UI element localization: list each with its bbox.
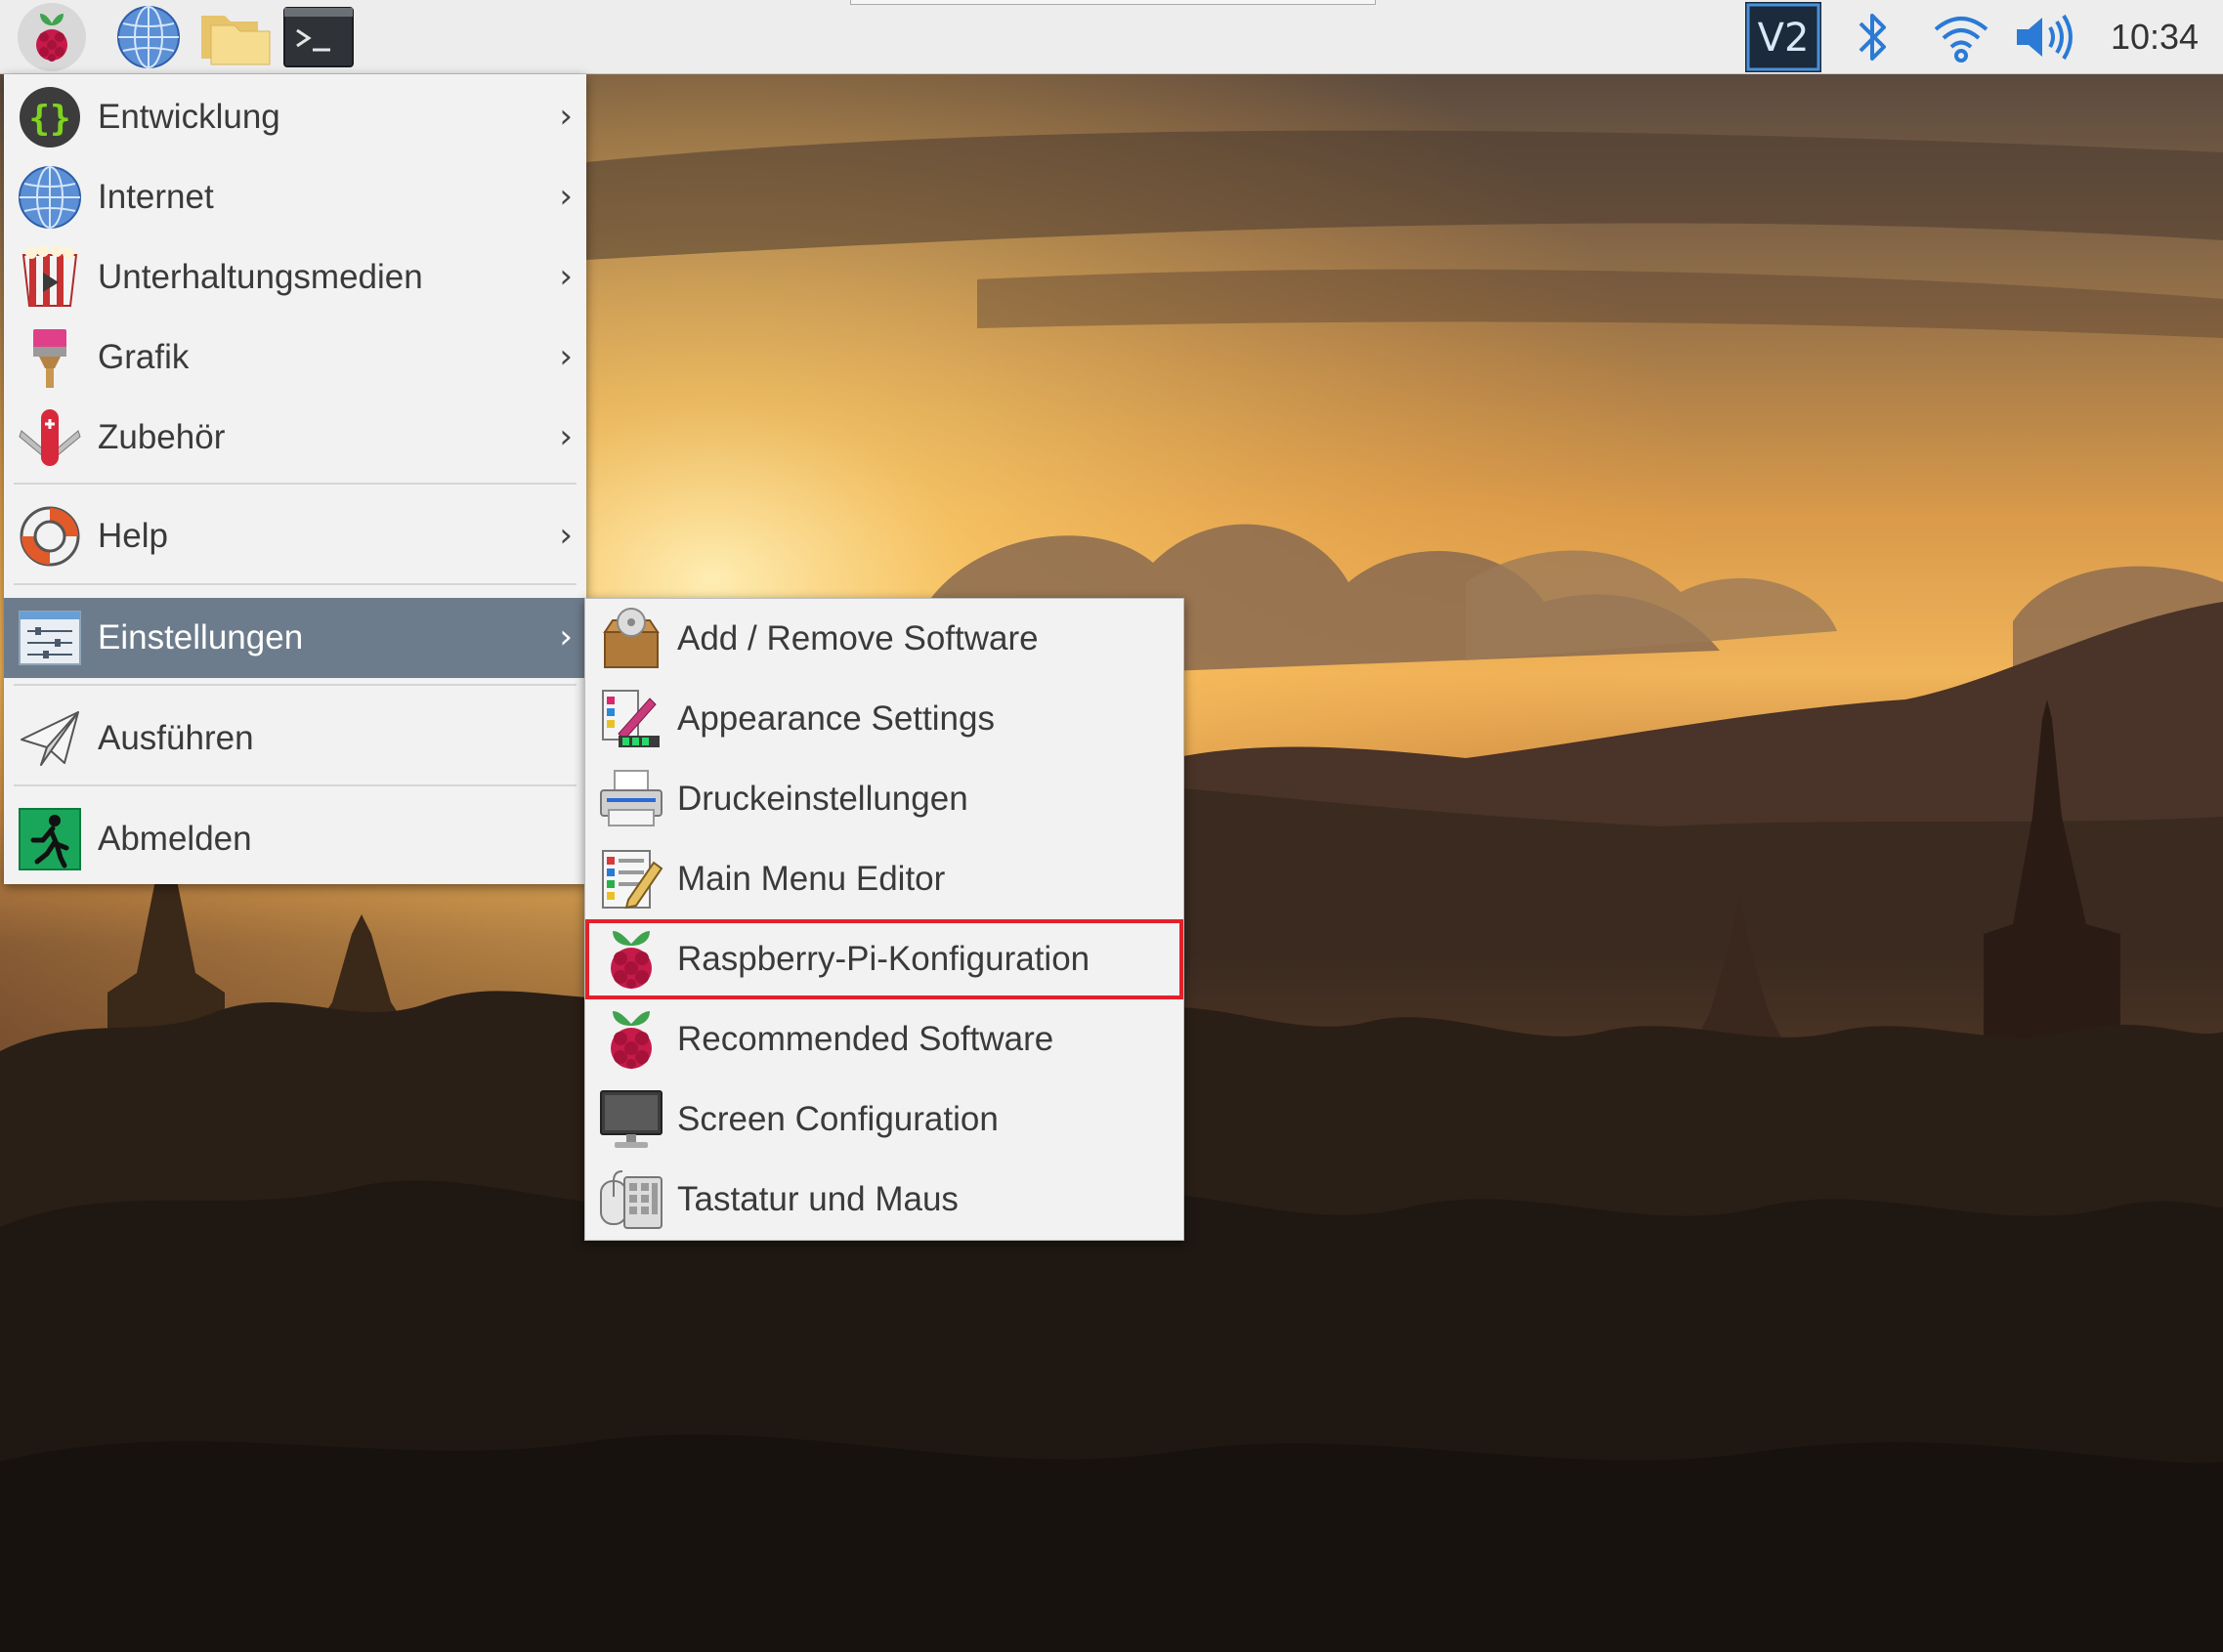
chevron-right-icon: › [559,337,573,376]
menu-item-label: Zubehör [98,418,226,456]
chevron-right-icon: › [559,257,573,296]
web-browser-launcher[interactable] [113,4,184,70]
menu-item-label: Einstellungen [98,618,304,657]
raspberry-icon [611,1011,652,1069]
submenu-item-screen-configuration[interactable]: Screen Configuration [585,1080,1183,1160]
programming-icon: {} [20,87,80,148]
multimedia-icon [21,245,78,307]
appearance-icon [602,690,660,747]
lifebuoy-icon [20,506,80,567]
menu-item-label: Grafik [98,338,190,376]
bluetooth-tray-button[interactable] [1843,4,1902,70]
monitor-icon [600,1090,663,1148]
paper-plane-icon [21,711,79,766]
settings-sliders-icon [19,611,81,665]
menu-item-label: Entwicklung [98,98,280,136]
submenu-item-label: Raspberry-Pi-Konfiguration [677,940,1090,978]
vnc-tray-button[interactable]: V2 [1744,2,1822,72]
submenu-item-label: Druckeinstellungen [677,780,968,818]
menu-item-abmelden[interactable]: Abmelden [4,799,586,879]
exit-icon [19,808,81,870]
web-browser-icon [117,6,180,68]
menu-item-entwicklung[interactable]: {} Entwicklung › [4,77,586,157]
file-manager-icon [201,16,271,65]
terminal-launcher[interactable] [281,4,356,70]
chevron-right-icon: › [559,177,573,216]
globe-icon [19,166,81,229]
paintbrush-icon [33,329,66,388]
terminal-icon [283,7,354,67]
menu-item-unterhaltungsmedien[interactable]: Unterhaltungsmedien › [4,237,586,318]
submenu-item-recommended-software[interactable]: Recommended Software [585,999,1183,1080]
submenu-item-label: Appearance Settings [677,699,995,738]
menu-item-internet[interactable]: Internet › [4,157,586,237]
package-icon [603,608,660,668]
menu-item-help[interactable]: Help › [4,496,586,576]
clock[interactable]: 10:34 [2091,0,2218,74]
submenu-item-raspberry-pi-konfiguration[interactable]: Raspberry-Pi-Konfiguration [585,919,1183,999]
menu-item-zubehoer[interactable]: Zubehör › [4,398,586,478]
menu-separator [14,684,577,686]
menu-item-ausfuehren[interactable]: Ausführen [4,699,586,779]
menu-separator [14,483,577,485]
chevron-right-icon: › [559,417,573,456]
submenu-item-label: Tastatur und Maus [677,1180,959,1218]
wifi-tray-button[interactable] [1925,4,1997,70]
chevron-right-icon: › [559,617,573,657]
menu-item-einstellungen[interactable]: Einstellungen › [4,598,586,678]
file-manager-launcher[interactable] [197,4,274,70]
printer-icon [600,770,663,826]
submenu-item-add-remove-software[interactable]: Add / Remove Software [585,599,1183,679]
submenu-item-druckeinstellungen[interactable]: Druckeinstellungen [585,759,1183,839]
taskbar: V2 10:34 [0,0,2223,74]
bluetooth-icon [1859,14,1886,61]
wifi-icon [1934,17,1988,63]
chevron-right-icon: › [559,97,573,136]
submenu-item-main-menu-editor[interactable]: Main Menu Editor [585,839,1183,919]
menu-item-label: Internet [98,178,214,216]
raspberry-menu-icon [36,14,67,62]
svg-text:{}: {} [28,99,70,139]
menu-editor-icon [602,850,663,910]
applications-menu-button[interactable] [16,3,88,71]
raspberry-icon [611,931,652,989]
menu-item-label: Abmelden [98,820,252,858]
svg-text:V2: V2 [1758,16,1810,61]
swiss-knife-icon [19,409,81,466]
settings-submenu: Add / Remove Software Appearance Setting… [584,598,1184,1241]
speaker-icon [2017,14,2073,61]
submenu-item-appearance-settings[interactable]: Appearance Settings [585,679,1183,759]
submenu-item-label: Recommended Software [677,1020,1054,1058]
menu-separator [14,784,577,786]
menu-separator [14,583,577,585]
submenu-item-label: Screen Configuration [677,1100,999,1138]
menu-item-label: Help [98,517,168,555]
submenu-item-label: Add / Remove Software [677,619,1039,657]
application-menu: {} Entwicklung › Internet › Unterhaltung… [4,74,586,884]
menu-item-grafik[interactable]: Grafik › [4,318,586,398]
menu-item-label: Ausführen [98,719,254,757]
submenu-item-label: Main Menu Editor [677,860,946,898]
window-list[interactable] [850,0,1376,5]
submenu-item-tastatur-und-maus[interactable]: Tastatur und Maus [585,1160,1183,1240]
volume-tray-button[interactable] [2005,4,2081,70]
menu-item-label: Unterhaltungsmedien [98,258,423,296]
chevron-right-icon: › [559,516,573,555]
keyboard-mouse-icon [600,1170,663,1229]
vnc-icon: V2 [1745,2,1821,72]
